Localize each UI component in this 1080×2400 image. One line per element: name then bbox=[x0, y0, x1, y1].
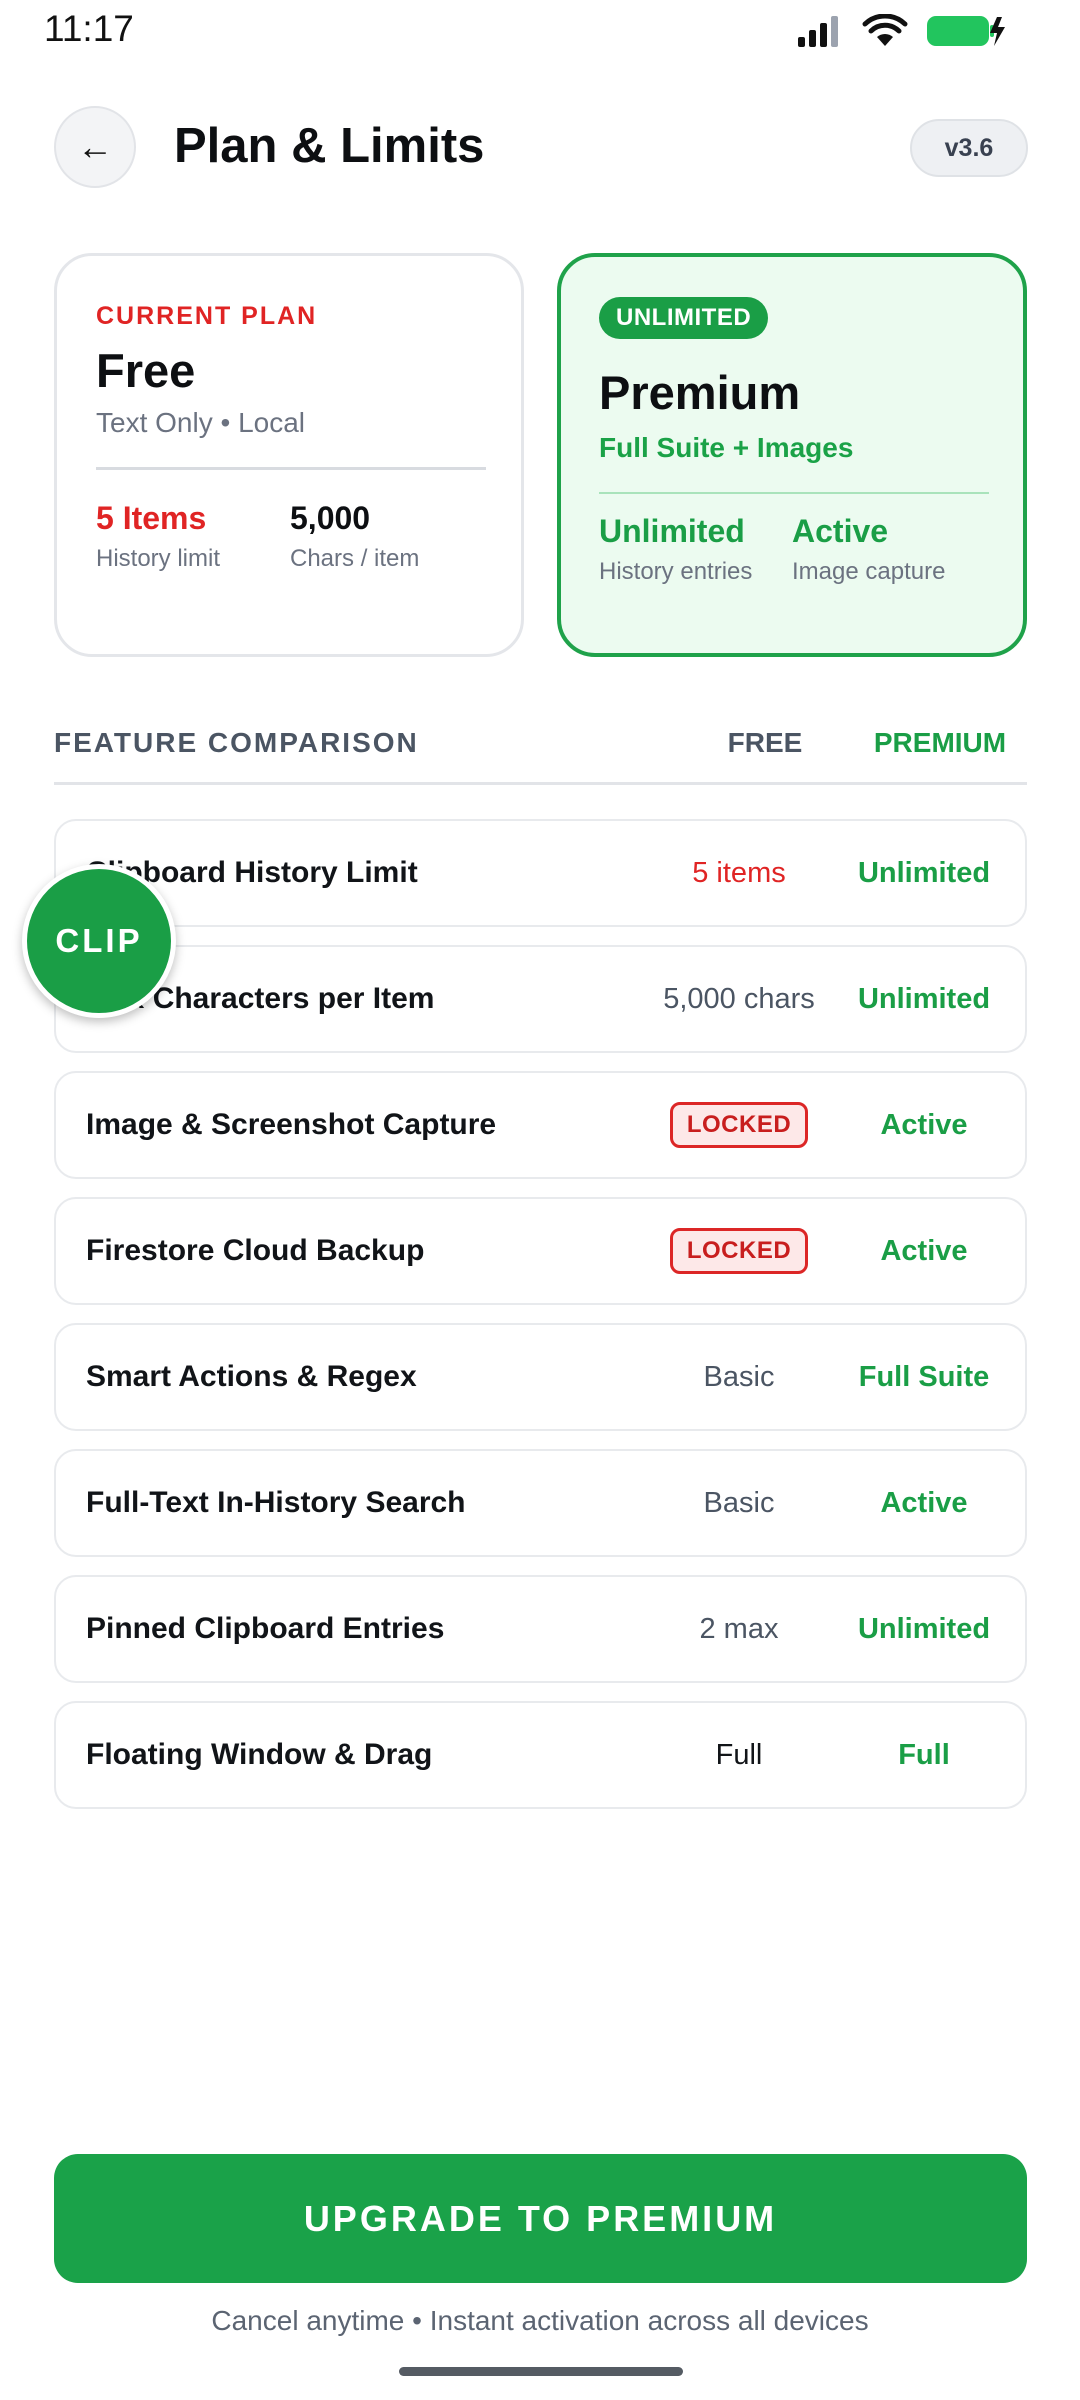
floating-clip-bubble[interactable]: CLIP bbox=[22, 864, 176, 1018]
stat-value: 5,000 bbox=[290, 500, 371, 536]
feature-row: Clipboard History Limit 5 items Unlimite… bbox=[54, 819, 1027, 927]
premium-value: Unlimited bbox=[857, 1612, 991, 1645]
premium-plan-subtitle: Full Suite + Images bbox=[599, 432, 854, 463]
stat-label: History limit bbox=[96, 545, 220, 572]
page-title: Plan & Limits bbox=[174, 119, 485, 173]
premium-value: Full Suite bbox=[858, 1360, 990, 1393]
feature-label: Image & Screenshot Capture bbox=[86, 1108, 497, 1141]
column-header-premium: PREMIUM bbox=[873, 727, 1007, 758]
premium-plan-name: Premium bbox=[599, 366, 801, 419]
feature-row: Image & Screenshot Capture LOCKED Active bbox=[54, 1071, 1027, 1179]
home-indicator[interactable] bbox=[399, 2367, 683, 2376]
locked-badge: LOCKED bbox=[669, 1228, 809, 1274]
feature-label: Smart Actions & Regex bbox=[86, 1360, 417, 1393]
comparison-title: FEATURE COMPARISON bbox=[54, 727, 419, 758]
free-value: Basic bbox=[703, 1486, 775, 1519]
stat-label: Image capture bbox=[792, 558, 946, 585]
back-arrow-icon: ← bbox=[77, 126, 113, 167]
feature-row: Full-Text In-History Search Basic Active bbox=[54, 1449, 1027, 1557]
free-value: 5 items bbox=[692, 856, 786, 889]
free-value: Basic bbox=[703, 1360, 775, 1393]
feature-row: Firestore Cloud Backup LOCKED Active bbox=[54, 1197, 1027, 1305]
stat-label: History entries bbox=[599, 558, 753, 585]
free-value: Full bbox=[715, 1738, 763, 1771]
premium-stat-image: Active Image capture bbox=[792, 513, 945, 586]
stat-value: 5 Items bbox=[96, 500, 207, 536]
feature-row: Max Characters per Item 5,000 chars Unli… bbox=[54, 945, 1027, 1053]
premium-value: Active bbox=[880, 1486, 968, 1519]
free-value: LOCKED bbox=[649, 1199, 829, 1303]
signal-icon bbox=[798, 16, 838, 47]
wifi-icon bbox=[862, 14, 908, 46]
status-bar: 11:17 bbox=[0, 0, 1080, 64]
stat-label: Chars / item bbox=[290, 545, 420, 572]
free-value: LOCKED bbox=[649, 1073, 829, 1177]
column-header-free: FREE bbox=[727, 727, 803, 758]
stat-value: Unlimited bbox=[599, 513, 745, 549]
feature-list: Clipboard History Limit 5 items Unlimite… bbox=[54, 819, 1027, 1827]
free-stat-chars: 5,000 Chars / item bbox=[290, 500, 419, 573]
free-value: 2 max bbox=[699, 1612, 779, 1645]
feature-row: Smart Actions & Regex Basic Full Suite bbox=[54, 1323, 1027, 1431]
premium-plan-card[interactable]: UNLIMITED Premium Full Suite + Images Un… bbox=[557, 253, 1027, 657]
premium-value: Unlimited bbox=[857, 982, 991, 1015]
locked-badge: LOCKED bbox=[669, 1102, 809, 1148]
free-plan-name: Free bbox=[96, 344, 196, 397]
back-button[interactable]: ← bbox=[54, 106, 136, 188]
feature-row: Floating Window & Drag Full Full bbox=[54, 1701, 1027, 1809]
premium-value: Active bbox=[880, 1108, 968, 1141]
feature-label: Full-Text In-History Search bbox=[86, 1486, 466, 1519]
divider bbox=[96, 467, 486, 470]
version-badge: v3.6 bbox=[910, 119, 1028, 177]
battery-charging-icon bbox=[927, 16, 1005, 46]
free-value: 5,000 chars bbox=[663, 982, 815, 1015]
feature-label: Pinned Clipboard Entries bbox=[86, 1612, 445, 1645]
premium-stat-history: Unlimited History entries bbox=[599, 513, 752, 586]
upgrade-button[interactable]: UPGRADE TO PREMIUM bbox=[54, 2154, 1027, 2283]
free-stat-history: 5 Items History limit bbox=[96, 500, 220, 573]
status-icons bbox=[796, 14, 1006, 48]
unlimited-badge: UNLIMITED bbox=[599, 297, 769, 339]
footer-note: Cancel anytime • Instant activation acro… bbox=[211, 2305, 869, 2336]
feature-label: Floating Window & Drag bbox=[86, 1738, 433, 1771]
stat-value: Active bbox=[792, 513, 889, 549]
divider bbox=[599, 492, 989, 494]
free-plan-card[interactable]: CURRENT PLAN Free Text Only • Local 5 It… bbox=[54, 253, 524, 657]
premium-value: Unlimited bbox=[857, 856, 991, 889]
premium-value: Active bbox=[880, 1234, 968, 1267]
status-time: 11:17 bbox=[44, 8, 134, 49]
premium-value: Full bbox=[898, 1738, 950, 1771]
feature-label: Firestore Cloud Backup bbox=[86, 1234, 425, 1267]
current-plan-tag: CURRENT PLAN bbox=[96, 302, 318, 330]
feature-row: Pinned Clipboard Entries 2 max Unlimited bbox=[54, 1575, 1027, 1683]
divider bbox=[54, 782, 1027, 785]
free-plan-subtitle: Text Only • Local bbox=[96, 407, 306, 438]
